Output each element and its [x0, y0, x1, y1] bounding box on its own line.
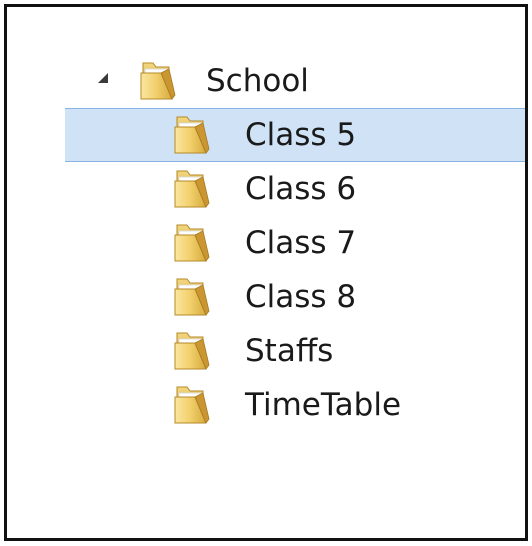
folder-icon	[173, 276, 211, 318]
tree-item-school[interactable]: School	[7, 54, 525, 108]
tree-item-label: Class 8	[245, 279, 357, 315]
expanded-triangle-icon[interactable]	[95, 70, 111, 86]
tree-item-label: Class 6	[245, 171, 357, 207]
tree-item-staffs[interactable]: Staffs	[7, 324, 525, 378]
tree-item-label: School	[206, 63, 309, 99]
tree-item-class-5[interactable]: Class 5	[7, 108, 525, 162]
folder-icon	[173, 330, 211, 372]
tree-item-label: Staffs	[245, 333, 334, 369]
tree-item-class-6[interactable]: Class 6	[7, 162, 525, 216]
tree-item-label: Class 7	[245, 225, 357, 261]
tree-item-class-7[interactable]: Class 7	[7, 216, 525, 270]
folder-tree-panel: School Class 5 Class 6 Class 7 Class 8 S…	[4, 4, 528, 541]
folder-icon	[139, 60, 177, 102]
folder-tree: School Class 5 Class 6 Class 7 Class 8 S…	[7, 54, 525, 432]
folder-icon	[173, 222, 211, 264]
folder-icon	[173, 384, 211, 426]
folder-icon	[173, 168, 211, 210]
tree-item-class-8[interactable]: Class 8	[7, 270, 525, 324]
tree-item-timetable[interactable]: TimeTable	[7, 378, 525, 432]
tree-item-label: TimeTable	[245, 387, 402, 423]
folder-icon	[173, 114, 211, 156]
tree-item-label: Class 5	[245, 117, 357, 153]
